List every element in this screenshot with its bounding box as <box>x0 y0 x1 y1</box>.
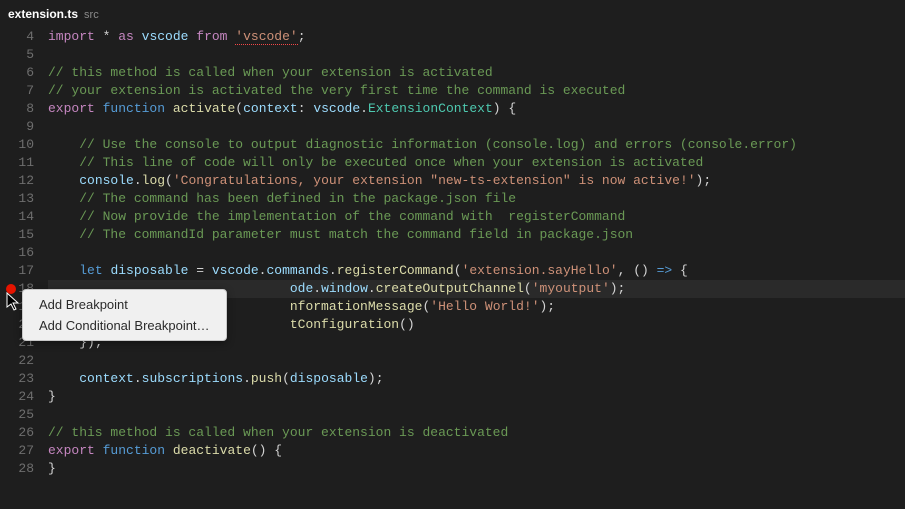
code-line[interactable]: // The commandId parameter must match th… <box>48 226 905 244</box>
tab-bar: extension.ts src <box>0 0 905 28</box>
line-number[interactable]: 9 <box>0 118 34 136</box>
line-number[interactable]: 13 <box>0 190 34 208</box>
line-number[interactable]: 23 <box>0 370 34 388</box>
menu-add-conditional-breakpoint[interactable]: Add Conditional Breakpoint… <box>23 315 226 336</box>
code-line[interactable] <box>48 118 905 136</box>
code-line[interactable]: // This line of code will only be execut… <box>48 154 905 172</box>
line-number[interactable]: 8 <box>0 100 34 118</box>
code-line[interactable]: } <box>48 460 905 478</box>
line-number[interactable]: 4 <box>0 28 34 46</box>
line-number[interactable]: 28 <box>0 460 34 478</box>
breakpoint-context-menu: Add BreakpointAdd Conditional Breakpoint… <box>22 289 227 341</box>
code-line[interactable]: let disposable = vscode.commands.registe… <box>48 262 905 280</box>
line-number[interactable]: 10 <box>0 136 34 154</box>
code-line[interactable]: // Now provide the implementation of the… <box>48 208 905 226</box>
line-number[interactable]: 14 <box>0 208 34 226</box>
code-line[interactable]: // Use the console to output diagnostic … <box>48 136 905 154</box>
menu-add-breakpoint[interactable]: Add Breakpoint <box>23 294 226 315</box>
line-number[interactable]: 17 <box>0 262 34 280</box>
code-line[interactable]: export function activate(context: vscode… <box>48 100 905 118</box>
code-line[interactable] <box>48 352 905 370</box>
breakpoint-icon[interactable] <box>6 284 16 294</box>
tab-filename: extension.ts <box>8 7 78 21</box>
code-line[interactable]: // this method is called when your exten… <box>48 64 905 82</box>
line-number[interactable]: 25 <box>0 406 34 424</box>
code-line[interactable]: context.subscriptions.push(disposable); <box>48 370 905 388</box>
code-line[interactable]: // your extension is activated the very … <box>48 82 905 100</box>
line-number[interactable]: 6 <box>0 64 34 82</box>
line-number[interactable]: 5 <box>0 46 34 64</box>
tab-extension-ts[interactable]: extension.ts src <box>8 7 99 21</box>
tab-path: src <box>84 9 99 21</box>
line-number-gutter[interactable]: 4567891011121314151617181920212223242526… <box>0 28 44 509</box>
line-number[interactable]: 15 <box>0 226 34 244</box>
line-number[interactable]: 16 <box>0 244 34 262</box>
code-line[interactable]: // this method is called when your exten… <box>48 424 905 442</box>
line-number[interactable]: 7 <box>0 82 34 100</box>
code-line[interactable] <box>48 406 905 424</box>
line-number[interactable]: 26 <box>0 424 34 442</box>
code-line[interactable]: } <box>48 388 905 406</box>
code-line[interactable]: import * as vscode from 'vscode'; <box>48 28 905 46</box>
line-number[interactable]: 11 <box>0 154 34 172</box>
code-line[interactable]: // The command has been defined in the p… <box>48 190 905 208</box>
line-number[interactable]: 24 <box>0 388 34 406</box>
editor[interactable]: 4567891011121314151617181920212223242526… <box>0 28 905 509</box>
line-number[interactable]: 22 <box>0 352 34 370</box>
code-line[interactable]: export function deactivate() { <box>48 442 905 460</box>
code-line[interactable] <box>48 46 905 64</box>
code-area[interactable]: import * as vscode from 'vscode'; // this… <box>44 28 905 509</box>
code-line[interactable] <box>48 244 905 262</box>
line-number[interactable]: 27 <box>0 442 34 460</box>
code-line[interactable]: console.log('Congratulations, your exten… <box>48 172 905 190</box>
line-number[interactable]: 12 <box>0 172 34 190</box>
